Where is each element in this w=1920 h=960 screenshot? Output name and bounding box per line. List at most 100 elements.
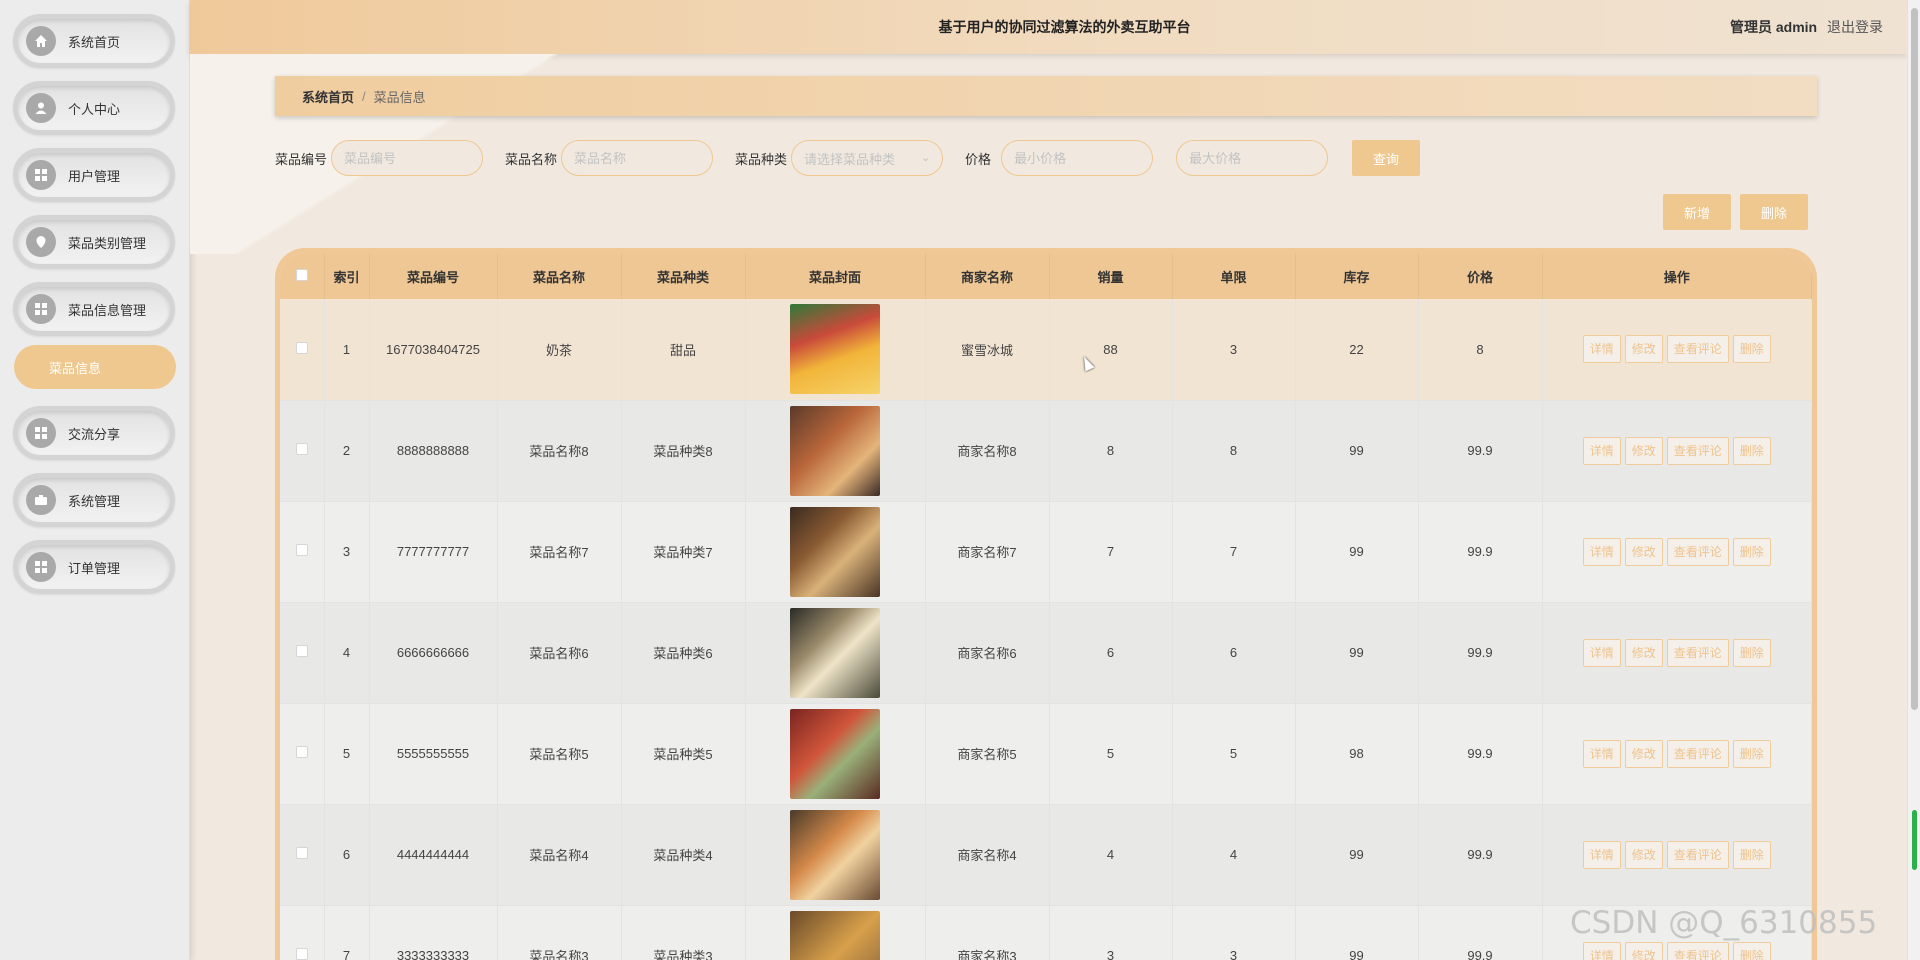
row-action-edit[interactable]: 修改: [1624, 840, 1663, 869]
row-action-detail[interactable]: 详情: [1582, 335, 1621, 364]
dish-cover-image: [790, 607, 880, 698]
row-action-edit[interactable]: 修改: [1624, 436, 1663, 465]
row-action-delete[interactable]: 删除: [1732, 739, 1771, 768]
cell-price: 99.9: [1418, 400, 1543, 502]
delete-button[interactable]: 删除: [1740, 194, 1808, 230]
sidebar-item-label: 订单管理: [68, 560, 121, 576]
column-header: 库存: [1295, 253, 1419, 299]
table-row: 5 5555555555 菜品名称5 菜品种类5 商家名称5 5 5 98 99.9 详情 修改 查看…: [280, 703, 1812, 805]
row-checkbox[interactable]: [295, 645, 308, 657]
row-action-delete[interactable]: 删除: [1732, 638, 1771, 667]
price-label: 价格: [965, 151, 992, 167]
cell-shop: 商家名称8: [925, 400, 1050, 502]
sidebar-item-profile[interactable]: 个人中心: [13, 81, 175, 135]
row-select-cell: [280, 501, 325, 603]
scrollbar[interactable]: [1907, 0, 1920, 960]
row-action-comments[interactable]: 查看评论: [1666, 941, 1729, 960]
row-checkbox[interactable]: [295, 544, 308, 556]
sidebar-item-dish-info[interactable]: 菜品信息管理: [13, 282, 175, 336]
sidebar-item-dish-category[interactable]: 菜品类别管理: [13, 215, 175, 269]
column-header: 菜品名称: [497, 253, 622, 299]
name-input[interactable]: [561, 140, 714, 176]
cell-index: 5: [324, 703, 370, 805]
sidebar-item-home[interactable]: 系统首页: [13, 14, 175, 68]
row-action-detail[interactable]: 详情: [1582, 840, 1621, 869]
row-action-detail[interactable]: 详情: [1582, 739, 1621, 768]
cell-stock: 99: [1295, 905, 1419, 960]
breadcrumb: 系统首页 / 菜品信息: [275, 76, 1817, 116]
cell-cover: [745, 501, 926, 603]
sidebar-item-share[interactable]: 交流分享: [13, 406, 175, 460]
cell-name: 菜品名称6: [497, 602, 622, 704]
add-button[interactable]: 新增: [1663, 194, 1731, 230]
row-select-cell: [280, 400, 325, 502]
row-checkbox[interactable]: [295, 746, 308, 758]
sidebar-item-label: 系统管理: [68, 493, 121, 509]
cell-limit: 7: [1172, 501, 1296, 603]
cell-sales: 8: [1049, 400, 1173, 502]
row-action-delete[interactable]: 删除: [1732, 840, 1771, 869]
row-action-detail[interactable]: 详情: [1582, 436, 1621, 465]
scroll-indicator: [1912, 810, 1917, 870]
row-checkbox[interactable]: [295, 341, 308, 354]
cell-limit: 3: [1172, 905, 1296, 960]
row-action-comments[interactable]: 查看评论: [1666, 638, 1729, 667]
cell-price: 99.9: [1418, 804, 1543, 906]
row-action-delete[interactable]: 删除: [1732, 335, 1771, 364]
row-action-edit[interactable]: 修改: [1624, 335, 1663, 364]
dish-cover-image: [790, 506, 880, 597]
cell-price: 8: [1418, 299, 1543, 401]
row-checkbox[interactable]: [295, 847, 308, 859]
row-action-delete[interactable]: 删除: [1732, 941, 1771, 960]
sidebar-item-label: 用户管理: [68, 168, 121, 184]
sidebar-subitem-dish-info[interactable]: 菜品信息: [14, 345, 176, 389]
sidebar-item-label: 菜品类别管理: [68, 235, 147, 251]
row-action-edit[interactable]: 修改: [1624, 941, 1663, 960]
column-header: 索引: [324, 253, 370, 299]
row-action-comments[interactable]: 查看评论: [1666, 436, 1729, 465]
user-icon: [26, 93, 56, 123]
row-action-comments[interactable]: 查看评论: [1666, 739, 1729, 768]
type-select[interactable]: 请选择菜品种类 ⌄: [791, 140, 944, 176]
query-button[interactable]: 查询: [1352, 140, 1421, 176]
row-checkbox[interactable]: [295, 443, 308, 455]
row-action-detail[interactable]: 详情: [1582, 941, 1621, 960]
row-action-edit[interactable]: 修改: [1624, 537, 1663, 566]
row-action-delete[interactable]: 删除: [1732, 436, 1771, 465]
row-action-comments[interactable]: 查看评论: [1666, 335, 1729, 364]
cell-price: 99.9: [1418, 602, 1543, 704]
row-action-edit[interactable]: 修改: [1624, 638, 1663, 667]
row-checkbox[interactable]: [295, 948, 308, 960]
sidebar-item-users[interactable]: 用户管理: [13, 148, 175, 202]
row-action-detail[interactable]: 详情: [1582, 638, 1621, 667]
table-row: 4 6666666666 菜品名称6 菜品种类6 商家名称6 6 6 99 99.9 详情 修改 查看…: [280, 602, 1812, 704]
logout-link[interactable]: 退出登录: [1827, 19, 1883, 35]
sidebar-item-label: 个人中心: [68, 101, 121, 117]
dish-cover-image: [790, 405, 880, 496]
code-input[interactable]: [331, 140, 484, 176]
cell-index: 4: [324, 602, 370, 704]
min-price-input[interactable]: [1001, 140, 1154, 176]
sidebar-item-system[interactable]: 系统管理: [13, 473, 175, 527]
row-action-delete[interactable]: 删除: [1732, 537, 1771, 566]
select-all-cell: [280, 253, 325, 299]
sidebar-item-orders[interactable]: 订单管理: [13, 540, 175, 594]
row-action-comments[interactable]: 查看评论: [1666, 537, 1729, 566]
breadcrumb-home[interactable]: 系统首页: [302, 87, 354, 106]
cell-stock: 22: [1295, 299, 1419, 401]
cell-stock: 98: [1295, 703, 1419, 805]
cell-price: 99.9: [1418, 703, 1543, 805]
select-all-checkbox[interactable]: [295, 268, 308, 281]
chevron-down-icon: ⌄: [920, 152, 931, 164]
cell-actions: 详情 修改 查看评论 删除: [1542, 602, 1812, 704]
app-title: 基于用户的协同过滤算法的外卖互助平台: [938, 19, 1191, 35]
cell-sales: 4: [1049, 804, 1173, 906]
row-action-detail[interactable]: 详情: [1582, 537, 1621, 566]
cell-name: 菜品名称4: [497, 804, 622, 906]
row-action-edit[interactable]: 修改: [1624, 739, 1663, 768]
column-header: 菜品封面: [745, 253, 926, 299]
max-price-input[interactable]: [1176, 140, 1329, 176]
cell-actions: 详情 修改 查看评论 删除: [1542, 400, 1812, 502]
scrollbar-thumb[interactable]: [1911, 8, 1918, 710]
row-action-comments[interactable]: 查看评论: [1666, 840, 1729, 869]
